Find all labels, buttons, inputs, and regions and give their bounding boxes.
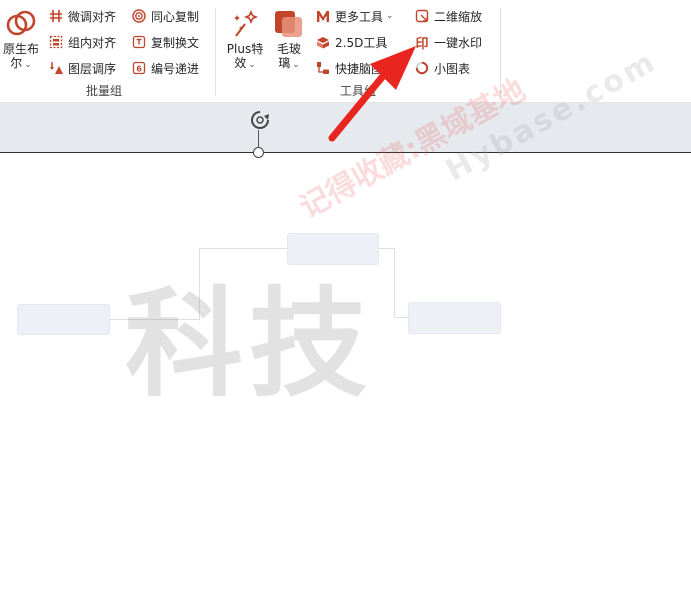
mindmap-root-node[interactable]	[287, 233, 379, 265]
2d-scale-button[interactable]: 二维缩放	[415, 6, 482, 26]
chevron-down-icon: ⌄	[248, 60, 256, 70]
2-5d-tools-button[interactable]: 2.5D工具	[316, 32, 387, 52]
batch-group-label: 批量组	[86, 84, 123, 98]
copy-replace-text-label: 复制换文	[151, 35, 200, 50]
number-increment-label: 编号递进	[151, 61, 200, 76]
fine-align-label: 微调对齐	[68, 9, 117, 24]
rotate-handle-icon[interactable]	[249, 109, 271, 131]
2-5d-tools-label: 2.5D工具	[335, 35, 388, 50]
stamp-icon: 印	[415, 36, 429, 52]
connector-line	[199, 248, 287, 249]
mindmap-icon	[316, 61, 330, 75]
one-click-watermark-label: 一键水印	[434, 35, 483, 50]
boolean-rings-icon	[6, 10, 36, 36]
quick-mindmap-label: 快捷脑图	[335, 61, 384, 76]
more-tools-button[interactable]: 更多工具 ⌄	[316, 6, 394, 26]
chevron-down-icon: ⌄	[24, 60, 32, 70]
connector-line	[394, 248, 395, 318]
frosted-glass-label-2: 璃	[278, 56, 291, 70]
batch-group: 原生布 尔 ⌄ 微调对齐 组内对齐 图层调序 同心复制 复制换文 6 编号递进 …	[0, 0, 215, 100]
layer-order-button[interactable]: 图层调序	[49, 58, 116, 78]
mini-chart-button[interactable]: 小图表	[415, 58, 470, 78]
fine-align-icon	[49, 9, 63, 23]
concentric-copy-icon	[132, 9, 146, 23]
mindmap-left-node[interactable]	[17, 304, 110, 335]
group-align-button[interactable]: 组内对齐	[49, 32, 116, 52]
copy-replace-text-icon	[132, 35, 146, 49]
2d-scale-label: 二维缩放	[434, 9, 483, 24]
native-boolean-label-2: 尔	[10, 56, 23, 70]
frosted-glass-button[interactable]: 毛玻 璃 ⌄	[272, 8, 306, 72]
layer-order-icon	[49, 61, 63, 75]
concentric-copy-label: 同心复制	[151, 9, 200, 24]
group-align-icon	[49, 35, 63, 49]
plus-effects-button[interactable]: Plus特 效 ⌄	[224, 8, 266, 72]
number-increment-button[interactable]: 6 编号递进	[132, 58, 199, 78]
m-logo-icon	[316, 9, 330, 23]
chevron-down-icon: ⌄	[386, 11, 394, 21]
one-click-watermark-button[interactable]: 印 一键水印	[415, 32, 482, 52]
frosted-glass-label-1: 毛玻	[276, 42, 301, 56]
slide-top-strip	[0, 103, 691, 153]
quick-mindmap-button[interactable]: 快捷脑图	[316, 58, 383, 78]
mindmap-right-node[interactable]	[408, 302, 501, 334]
rotate-handle-stem	[258, 130, 259, 148]
2-5d-icon	[316, 35, 330, 49]
chevron-down-icon: ⌄	[292, 60, 300, 70]
connector-line	[379, 248, 394, 249]
slide-big-text: 科技	[125, 275, 374, 413]
tools-group-label: 工具组	[340, 84, 377, 98]
selection-handle[interactable]	[253, 147, 264, 158]
sparkle-wand-icon	[234, 10, 259, 37]
native-boolean-label-1: 原生布	[2, 42, 39, 56]
mini-chart-label: 小图表	[434, 61, 471, 76]
layer-order-label: 图层调序	[68, 61, 117, 76]
group-divider	[500, 8, 501, 96]
svg-text:6: 6	[136, 65, 142, 74]
native-boolean-button[interactable]: 原生布 尔 ⌄	[2, 8, 40, 72]
plus-effects-label-2: 效	[234, 56, 247, 70]
copy-replace-text-button[interactable]: 复制换文	[132, 32, 199, 52]
fine-align-button[interactable]: 微调对齐	[49, 6, 116, 26]
tools-group: Plus特 效 ⌄ 毛玻 璃 ⌄ 更多工具 ⌄ 2.5D工具 快捷脑图 二维缩放…	[216, 0, 500, 100]
connector-line	[394, 317, 408, 318]
group-align-label: 组内对齐	[68, 35, 117, 50]
plus-effects-label-1: Plus特	[226, 42, 264, 56]
frosted-glass-icon	[275, 11, 302, 37]
more-tools-label: 更多工具	[335, 9, 384, 24]
ribbon-toolbar: 原生布 尔 ⌄ 微调对齐 组内对齐 图层调序 同心复制 复制换文 6 编号递进 …	[0, 0, 691, 103]
number-increment-icon: 6	[132, 61, 146, 75]
concentric-copy-button[interactable]: 同心复制	[132, 6, 199, 26]
mini-chart-icon	[415, 61, 429, 75]
2d-scale-icon	[415, 9, 429, 23]
